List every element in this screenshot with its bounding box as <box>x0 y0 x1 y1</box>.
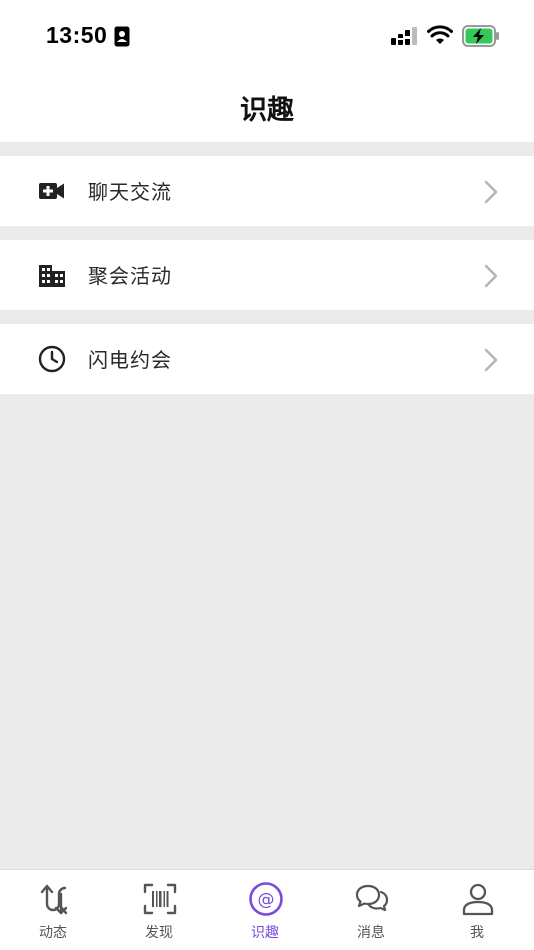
tab-feed[interactable]: 动态 <box>0 870 106 950</box>
tab-label: 识趣 <box>251 925 279 941</box>
svg-text:@: @ <box>258 890 275 910</box>
menu-item-label: 聚会活动 <box>88 264 172 288</box>
status-bar: 13:50 <box>0 0 534 70</box>
at-sign-icon: @ <box>249 882 283 916</box>
chevron-right-icon <box>484 348 498 372</box>
chat-bubbles-icon <box>355 884 389 912</box>
menu-item-flash-date[interactable]: 闪电约会 <box>0 324 534 394</box>
tab-label: 消息 <box>357 925 385 941</box>
id-card-icon <box>114 26 130 47</box>
page-title: 识趣 <box>240 95 294 126</box>
tab-label: 发现 <box>145 925 173 941</box>
tab-label: 动态 <box>39 925 67 941</box>
tab-interests[interactable]: @ 识趣 <box>212 870 318 950</box>
tab-label: 我 <box>470 925 484 941</box>
video-add-icon <box>39 183 64 199</box>
chevron-right-icon <box>484 180 498 204</box>
chevron-right-icon <box>484 264 498 288</box>
tab-messages[interactable]: 消息 <box>318 870 424 950</box>
status-time: 13:50 <box>46 22 108 48</box>
menu-item-chat[interactable]: 聊天交流 <box>0 156 534 226</box>
arrows-updown-icon <box>40 884 68 915</box>
person-icon <box>462 883 494 916</box>
battery-charging-icon <box>462 25 499 47</box>
tab-me[interactable]: 我 <box>424 870 530 950</box>
nav-bar: 识趣 <box>0 70 534 142</box>
tab-bar: 动态 发现 @ 识趣 消息 我 <box>0 869 534 950</box>
clock-icon <box>38 345 66 373</box>
building-icon <box>39 265 65 287</box>
barcode-scan-icon <box>143 883 177 915</box>
menu-item-label: 聊天交流 <box>88 180 172 204</box>
signal-icon <box>391 27 417 45</box>
menu-item-label: 闪电约会 <box>88 348 172 372</box>
tab-discover[interactable]: 发现 <box>106 870 212 950</box>
menu-item-party[interactable]: 聚会活动 <box>0 240 534 310</box>
wifi-icon <box>427 25 453 44</box>
